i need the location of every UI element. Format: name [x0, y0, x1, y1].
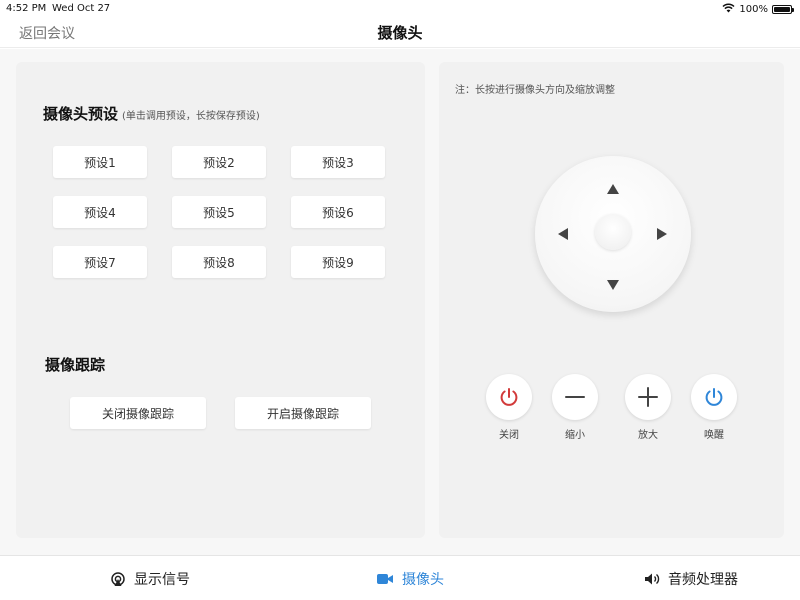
wake-circle — [691, 374, 737, 420]
arrow-left-icon[interactable] — [558, 228, 568, 240]
preset-button-3[interactable]: 预设3 — [291, 146, 385, 178]
camera-control-panel: 注：长按进行摄像头方向及缩放调整 关闭 缩小 放大 唤醒 — [439, 62, 784, 538]
zoom-out-button[interactable]: 缩小 — [550, 374, 600, 441]
presets-title: 摄像头预设 — [43, 105, 119, 123]
preset-button-2[interactable]: 预设2 — [172, 146, 266, 178]
tracking-on-button[interactable]: 开启摄像跟踪 — [235, 397, 371, 429]
power-off-circle — [486, 374, 532, 420]
wake-button[interactable]: 唤醒 — [689, 374, 739, 441]
zoom-in-button[interactable]: 放大 — [623, 374, 673, 441]
tab-bar: 显示信号 摄像头 音频处理器 — [0, 555, 800, 600]
wake-label: 唤醒 — [704, 430, 724, 441]
direction-pad[interactable] — [535, 156, 691, 312]
tracking-section-title: 摄像跟踪 — [45, 356, 106, 374]
power-off-label: 关闭 — [499, 430, 519, 441]
preset-button-1[interactable]: 预设1 — [53, 146, 147, 178]
zoom-in-circle — [625, 374, 671, 420]
battery-icon — [772, 5, 794, 14]
status-time: 4:52 PM — [6, 3, 47, 14]
preset-button-6[interactable]: 预设6 — [291, 196, 385, 228]
presets-section-title: 摄像头预设 (单击调用预设，长按保存预设) — [43, 103, 260, 124]
main-content: 摄像头预设 (单击调用预设，长按保存预设) 预设1 预设2 预设3 预设4 预设5… — [0, 49, 800, 555]
power-off-button[interactable]: 关闭 — [484, 374, 534, 441]
battery-percent: 100% — [739, 4, 768, 15]
power-icon — [500, 388, 518, 406]
signal-icon — [111, 572, 125, 586]
preset-button-4[interactable]: 预设4 — [53, 196, 147, 228]
preset-button-5[interactable]: 预设5 — [172, 196, 266, 228]
control-note: 注：长按进行摄像头方向及缩放调整 — [455, 85, 615, 96]
presets-panel: 摄像头预设 (单击调用预设，长按保存预设) 预设1 预设2 预设3 预设4 预设5… — [16, 62, 425, 538]
zoom-out-circle — [552, 374, 598, 420]
speaker-icon — [645, 573, 660, 585]
video-camera-icon — [377, 574, 393, 584]
tab-camera[interactable]: 摄像头 — [376, 569, 444, 589]
arrow-right-icon[interactable] — [657, 228, 667, 240]
status-date: Wed Oct 27 — [52, 3, 111, 14]
zoom-out-label: 缩小 — [565, 430, 585, 441]
tab-camera-label: 摄像头 — [402, 572, 444, 588]
power-icon — [705, 388, 723, 406]
minus-icon — [565, 396, 585, 398]
plus-icon — [638, 387, 658, 407]
arrow-up-icon[interactable] — [607, 184, 619, 194]
preset-button-7[interactable]: 预设7 — [53, 246, 147, 278]
page-title: 摄像头 — [377, 24, 423, 42]
wifi-icon — [722, 3, 735, 16]
presets-hint: (单击调用预设，长按保存预设) — [122, 111, 260, 122]
tab-display-signal[interactable]: 显示信号 — [110, 569, 190, 589]
navigation-bar: 返回会议 摄像头 — [0, 18, 800, 48]
preset-button-9[interactable]: 预设9 — [291, 246, 385, 278]
zoom-in-label: 放大 — [638, 430, 658, 441]
tracking-off-button[interactable]: 关闭摄像跟踪 — [70, 397, 206, 429]
tab-display-signal-label: 显示信号 — [134, 572, 190, 588]
preset-button-8[interactable]: 预设8 — [172, 246, 266, 278]
arrow-down-icon[interactable] — [607, 280, 619, 290]
status-right: 100% — [722, 3, 794, 16]
status-bar: 4:52 PM Wed Oct 27 100% — [0, 0, 800, 18]
tab-audio-processor[interactable]: 音频处理器 — [644, 569, 738, 589]
direction-pad-center[interactable] — [595, 214, 631, 250]
tab-audio-processor-label: 音频处理器 — [668, 572, 738, 588]
